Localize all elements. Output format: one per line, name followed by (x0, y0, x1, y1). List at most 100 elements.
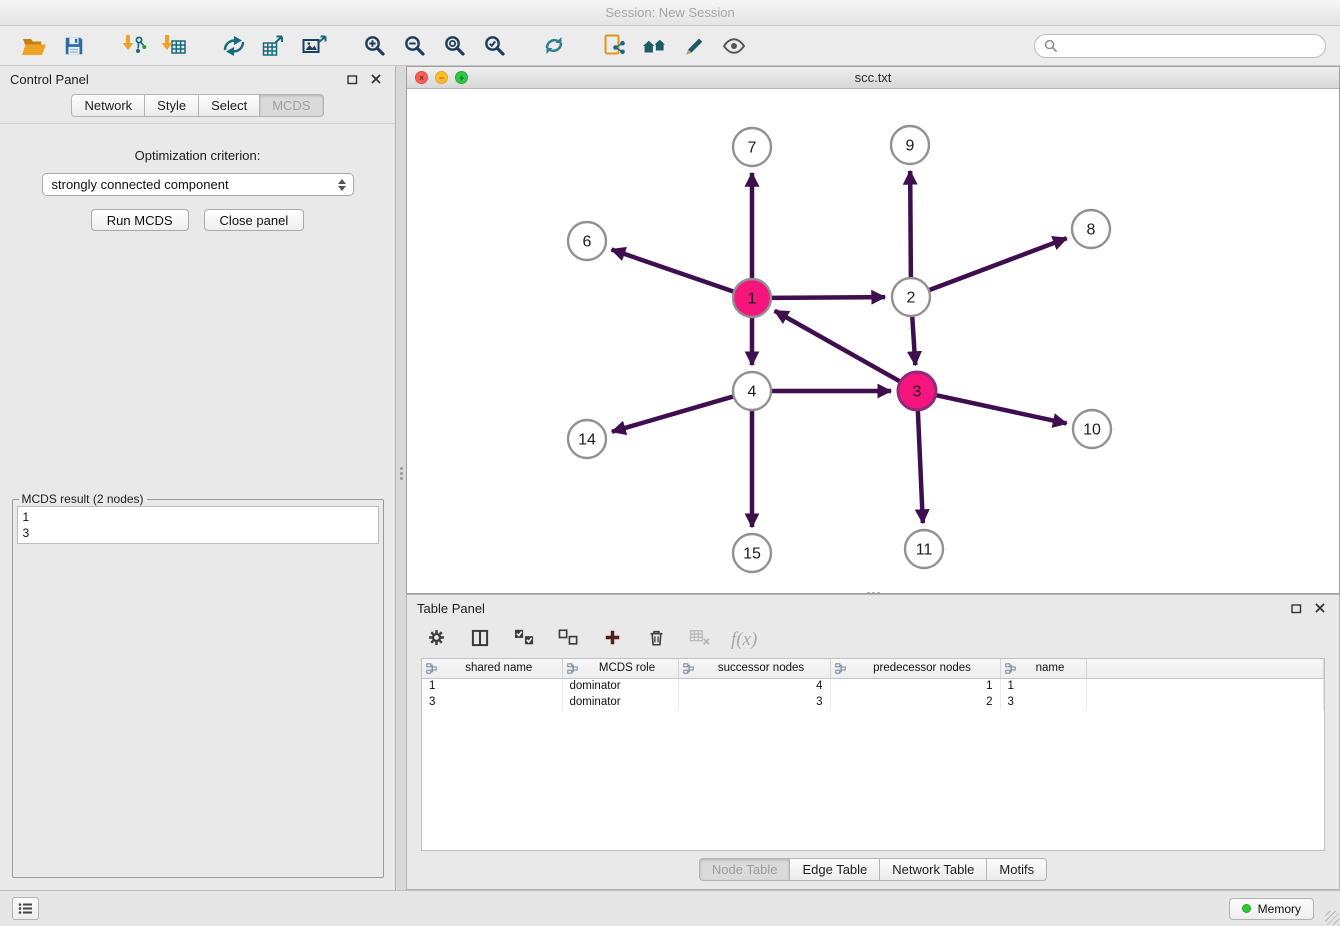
table-cell[interactable]: 3 (1000, 694, 1086, 710)
table-header-row: shared nameMCDS role successor nodes prede… (422, 659, 1324, 678)
node-11[interactable]: 11 (905, 530, 943, 568)
edge-2-3[interactable] (912, 316, 915, 365)
tab-edge-table[interactable]: Edge Table (790, 858, 880, 881)
float-panel-icon[interactable] (343, 71, 361, 87)
column-header-label: predecessor nodes (873, 662, 971, 674)
node-14[interactable]: 14 (568, 420, 606, 458)
deselect-all-columns-button[interactable] (555, 628, 581, 652)
table-cell[interactable]: dominator (562, 678, 678, 694)
edge-3-11[interactable] (918, 410, 923, 523)
edge-2-9[interactable] (910, 171, 911, 278)
node-3[interactable]: 3 (898, 372, 936, 410)
export-image-button[interactable] (294, 29, 334, 63)
node-1[interactable]: 1 (733, 279, 771, 317)
show-graphics-details-button[interactable] (714, 29, 754, 63)
edge-4-14[interactable] (612, 396, 734, 431)
network-graph[interactable]: 7 9 6 8 1 2 4 3 14 10 15 11 (407, 89, 1339, 593)
control-tab-mcds[interactable]: MCDS (260, 94, 323, 117)
table-cell[interactable]: 2 (830, 694, 1000, 710)
tab-motifs[interactable]: Motifs (987, 858, 1047, 881)
edge-3-10[interactable] (936, 395, 1067, 423)
column-header[interactable]: name (1000, 659, 1086, 678)
export-network-button[interactable] (214, 29, 254, 63)
edge-2-8[interactable] (929, 238, 1067, 290)
node-7[interactable]: 7 (733, 128, 771, 166)
zoom-fit-button[interactable] (434, 29, 474, 63)
table-cell[interactable]: 3 (678, 694, 830, 710)
close-panel-icon[interactable] (367, 71, 385, 87)
node-2[interactable]: 2 (892, 278, 930, 316)
save-session-button[interactable] (54, 29, 94, 63)
zoom-in-button[interactable] (354, 29, 394, 63)
table-cell[interactable]: 1 (422, 678, 562, 694)
first-neighbors-button[interactable] (634, 29, 674, 63)
close-panel-button[interactable]: Close panel (204, 209, 305, 231)
zoom-out-button[interactable] (394, 29, 434, 63)
control-tab-select[interactable]: Select (199, 94, 260, 117)
control-tab-network[interactable]: Network (71, 94, 145, 117)
close-window-icon[interactable]: × (415, 71, 428, 84)
column-header-label: successor nodes (718, 662, 804, 674)
run-mcds-button[interactable]: Run MCDS (91, 209, 189, 231)
edge-1-6[interactable] (612, 249, 734, 291)
criterion-dropdown[interactable]: strongly connected component (42, 173, 354, 196)
float-table-panel-icon[interactable] (1287, 600, 1305, 616)
task-history-button[interactable] (12, 897, 39, 920)
export-table-button[interactable] (254, 29, 294, 63)
memory-button[interactable]: Memory (1229, 898, 1314, 920)
zoom-selected-button[interactable] (474, 29, 514, 63)
main-toolbar (0, 26, 1340, 66)
column-header[interactable]: shared name (422, 659, 562, 678)
mcds-result-item: 1 (23, 509, 373, 525)
paint-mapping-button[interactable] (674, 29, 714, 63)
mcds-result-item: 3 (23, 525, 373, 541)
edge-1-2[interactable] (771, 297, 885, 298)
close-table-panel-icon[interactable] (1311, 600, 1329, 616)
node-15[interactable]: 15 (733, 534, 771, 572)
window-titlebar: Session: New Session (0, 0, 1340, 26)
table-cell[interactable]: 1 (1000, 678, 1086, 694)
table-row[interactable]: 1dominator411 (422, 678, 1324, 694)
open-session-icon (21, 35, 47, 57)
column-header[interactable]: MCDS role (562, 659, 678, 678)
delete-table-icon (689, 628, 711, 652)
node-10[interactable]: 10 (1073, 410, 1111, 448)
svg-text:11: 11 (916, 542, 933, 559)
vertical-splitter-handle[interactable] (398, 460, 405, 486)
table-cell[interactable]: 4 (678, 678, 830, 694)
mcds-result-list[interactable]: 13 (17, 506, 379, 544)
table-cell[interactable]: 1 (830, 678, 1000, 694)
node-4[interactable]: 4 (733, 372, 771, 410)
zoom-window-icon[interactable]: + (455, 71, 468, 84)
search-input[interactable] (1062, 39, 1316, 53)
table-options-button[interactable] (423, 628, 449, 652)
select-all-columns-button[interactable] (511, 628, 537, 652)
create-column-icon (603, 628, 622, 652)
node-6[interactable]: 6 (568, 222, 606, 260)
new-network-from-selection-button[interactable] (594, 29, 634, 63)
update-network-button[interactable] (534, 29, 574, 63)
node-8[interactable]: 8 (1072, 210, 1110, 248)
import-table-from-file-button[interactable] (154, 29, 194, 63)
table-cell[interactable]: dominator (562, 694, 678, 710)
resize-grip[interactable] (1325, 911, 1339, 925)
toolbar-buttons (14, 29, 754, 63)
edge-3-1[interactable] (775, 311, 901, 382)
table-row[interactable]: 3dominator323 (422, 694, 1324, 710)
svg-text:8: 8 (1087, 222, 1096, 239)
node-9[interactable]: 9 (891, 126, 929, 164)
table-cell[interactable]: 3 (422, 694, 562, 710)
column-header[interactable]: successor nodes (678, 659, 830, 678)
minimize-window-icon[interactable]: − (435, 71, 448, 84)
search-box[interactable] (1034, 34, 1326, 58)
tab-node-table[interactable]: Node Table (699, 858, 791, 881)
create-column-button[interactable] (599, 628, 625, 652)
column-header[interactable]: predecessor nodes (830, 659, 1000, 678)
open-session-button[interactable] (14, 29, 54, 63)
show-columns-button[interactable] (467, 628, 493, 652)
import-network-from-file-button[interactable] (114, 29, 154, 63)
control-tab-style[interactable]: Style (145, 94, 199, 117)
tab-network-table[interactable]: Network Table (880, 858, 987, 881)
delete-columns-button[interactable] (643, 628, 669, 652)
network-canvas[interactable]: 7 9 6 8 1 2 4 3 14 10 15 11 (407, 89, 1339, 593)
